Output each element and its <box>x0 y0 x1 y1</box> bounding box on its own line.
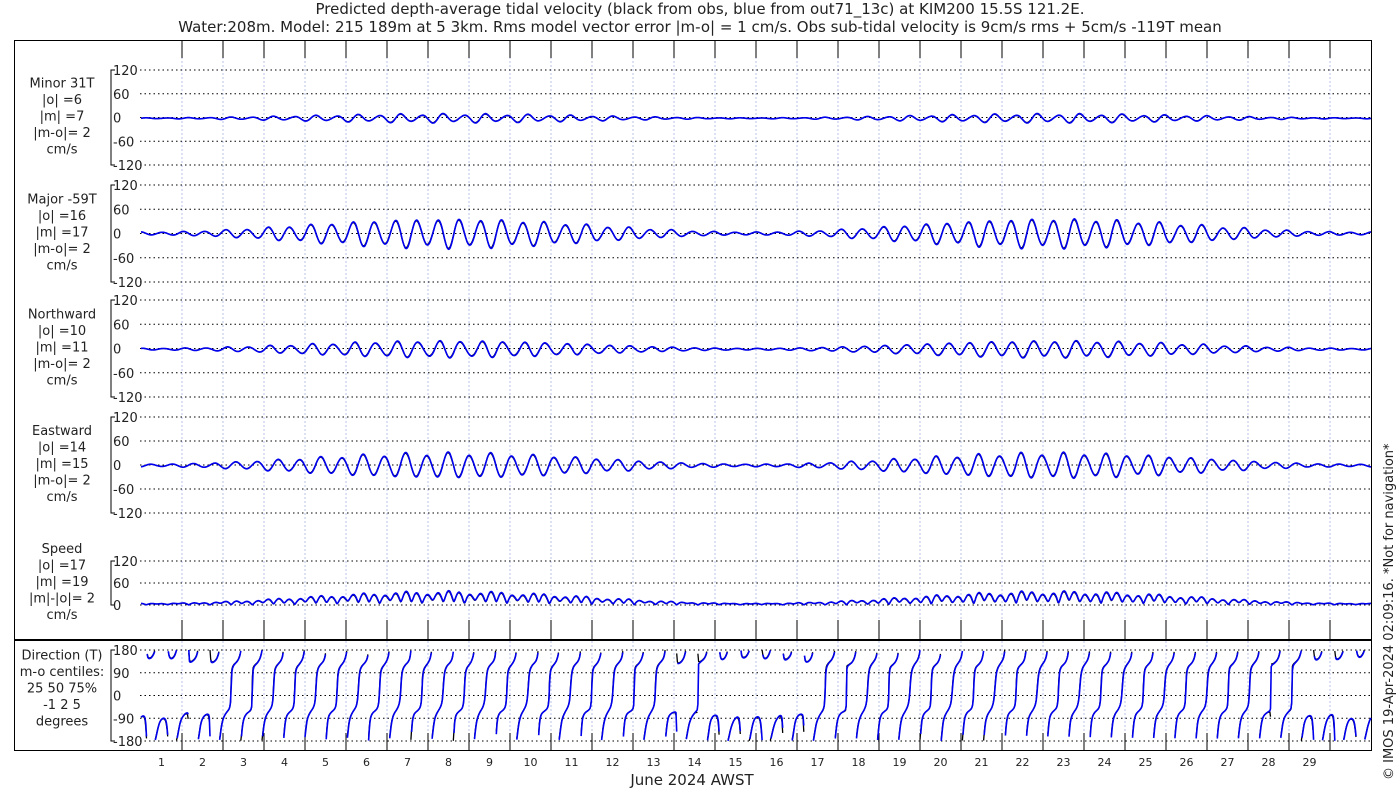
y-tick-label: -60 <box>113 483 134 498</box>
y-tick-label: -60 <box>113 252 134 267</box>
panel-label-line: |m-o|= 2 <box>33 126 91 141</box>
panel-label-line: cm/s <box>47 143 78 158</box>
y-tick-label: 120 <box>113 411 138 426</box>
x-tick-label: 6 <box>363 756 370 769</box>
y-tick-label: -90 <box>113 712 134 727</box>
x-axis-label: June 2024 AWST <box>629 771 754 789</box>
x-tick-label: 27 <box>1221 756 1235 769</box>
panel-major: 120 60 0 -60 -120 Major -59T|o| =16 |m| =17|m-… <box>27 179 1372 291</box>
x-tick-label: 3 <box>240 756 247 769</box>
x-tick-label: 28 <box>1262 756 1276 769</box>
panel-label-line: Northward <box>28 308 96 323</box>
plot-frame <box>14 40 1372 751</box>
panel-label-line: |m-o|= 2 <box>33 357 91 372</box>
panel-label-line: |m| =7 <box>40 110 85 125</box>
y-tick-label: 60 <box>113 318 130 333</box>
panel-dir: 180 90 0 -90 -180 Direction (T)m-o centiles: 2… <box>20 644 1372 750</box>
panel-speed: 120 60 0 Speed |o| =17|m| =19 |m|-|o|= 2cm/s <box>29 542 1372 623</box>
panel-east: 120 60 0 -60 -120 Eastward |o| =14|m| =15 |m-o|… <box>32 411 1372 522</box>
y-tick-label: 180 <box>113 644 138 659</box>
y-tick-label: -120 <box>113 507 143 522</box>
tidal-velocity-chart: Predicted depth-average tidal velocity (… <box>14 0 1397 789</box>
x-tick-label: 11 <box>565 756 579 769</box>
x-tick-label: 17 <box>811 756 825 769</box>
y-tick-label: 120 <box>113 294 138 309</box>
panel-label-line: |m| =19 <box>36 575 89 590</box>
x-tick-label: 12 <box>606 756 620 769</box>
panel-label-line: Eastward <box>32 424 92 439</box>
panel-label-line: |m-o|= 2 <box>33 242 91 257</box>
x-tick-label: 1 <box>158 756 165 769</box>
x-tick-label: 24 <box>1098 756 1112 769</box>
y-tick-label: 120 <box>113 179 138 194</box>
panel-label-line: m-o centiles: <box>20 665 105 680</box>
panel-label-line: |o| =6 <box>42 93 82 108</box>
x-tick-label: 16 <box>770 756 784 769</box>
x-tick-label: 20 <box>934 756 948 769</box>
chart-title-line1: Predicted depth-average tidal velocity (… <box>316 0 1085 19</box>
x-tick-label: 23 <box>1057 756 1071 769</box>
panel-label-line: cm/s <box>47 374 78 389</box>
y-tick-label: 60 <box>113 435 130 450</box>
panel-label-line: |m-o|= 2 <box>33 474 91 489</box>
panel-north: 120 60 0 -60 -120 Northward|o| =10 |m| =11|m-o… <box>28 294 1372 406</box>
panel-label-line: Speed <box>42 542 83 557</box>
x-tick-label: 26 <box>1180 756 1194 769</box>
x-tick-label: 21 <box>975 756 989 769</box>
y-tick-label: 60 <box>113 577 130 592</box>
x-tick-label: 10 <box>524 756 538 769</box>
y-tick-label: 60 <box>113 88 130 103</box>
panel-label-line: |m| =15 <box>36 457 89 472</box>
panel-label-line: |o| =17 <box>38 559 86 574</box>
y-tick-label: 0 <box>113 112 121 127</box>
y-tick-label: -120 <box>113 276 143 291</box>
y-tick-label: 0 <box>113 599 121 614</box>
y-tick-label: -180 <box>113 735 143 750</box>
x-tick-label: 14 <box>688 756 702 769</box>
panel-label-line: Minor 31T <box>30 77 95 92</box>
x-tick-label: 9 <box>486 756 493 769</box>
x-tick-label: 13 <box>647 756 661 769</box>
panel-label-line: |m|-|o|= 2 <box>29 592 95 607</box>
panel-label-line: cm/s <box>47 259 78 274</box>
x-tick-label: 19 <box>893 756 907 769</box>
panel-label-line: |m| =11 <box>36 341 89 356</box>
y-tick-label: 60 <box>113 203 130 218</box>
x-tick-label: 25 <box>1139 756 1153 769</box>
panel-minor: 120 60 0 -60 -120 Minor 31T|o| =6 |m| =7|m-o|=… <box>30 64 1372 174</box>
x-tick-label: 4 <box>281 756 288 769</box>
y-tick-label: 0 <box>113 228 121 243</box>
y-tick-label: 0 <box>113 690 121 705</box>
credit-text: © IMOS 19-Apr-2024 02:09:16. *Not for na… <box>1382 443 1397 780</box>
y-tick-label: -60 <box>113 367 134 382</box>
panel-label-line: Major -59T <box>27 193 96 208</box>
y-tick-label: 120 <box>113 64 138 79</box>
panel-label-line: cm/s <box>47 490 78 505</box>
panel-label-line: |o| =16 <box>38 209 86 224</box>
y-tick-label: -120 <box>113 391 143 406</box>
panel-label-line: Direction (T) <box>22 649 103 664</box>
chart-title-line2: Water:208m. Model: 215 189m at 5 3km. Rm… <box>178 18 1222 36</box>
y-tick-label: 0 <box>113 459 121 474</box>
panel-label-line: 25 50 75% <box>27 682 97 697</box>
x-tick-label: 2 <box>199 756 206 769</box>
panel-label-line: |o| =14 <box>38 441 86 456</box>
x-tick-label: 29 <box>1303 756 1317 769</box>
panel-label-line: cm/s <box>47 608 78 623</box>
x-tick-label: 18 <box>852 756 866 769</box>
y-tick-label: -60 <box>113 135 134 150</box>
y-tick-label: -120 <box>113 159 143 174</box>
x-tick-label: 8 <box>445 756 452 769</box>
panel-label-line: |o| =10 <box>38 324 86 339</box>
x-tick-label: 7 <box>404 756 411 769</box>
x-tick-label: 22 <box>1016 756 1030 769</box>
panel-label-line: |m| =17 <box>36 226 89 241</box>
x-tick-label: 15 <box>729 756 743 769</box>
panel-label-line: degrees <box>36 715 89 730</box>
y-tick-label: 90 <box>113 667 130 682</box>
panel-label-line: -1 2 5 <box>43 698 81 713</box>
y-tick-label: 120 <box>113 555 138 570</box>
y-tick-label: 0 <box>113 343 121 358</box>
x-tick-label: 5 <box>322 756 329 769</box>
